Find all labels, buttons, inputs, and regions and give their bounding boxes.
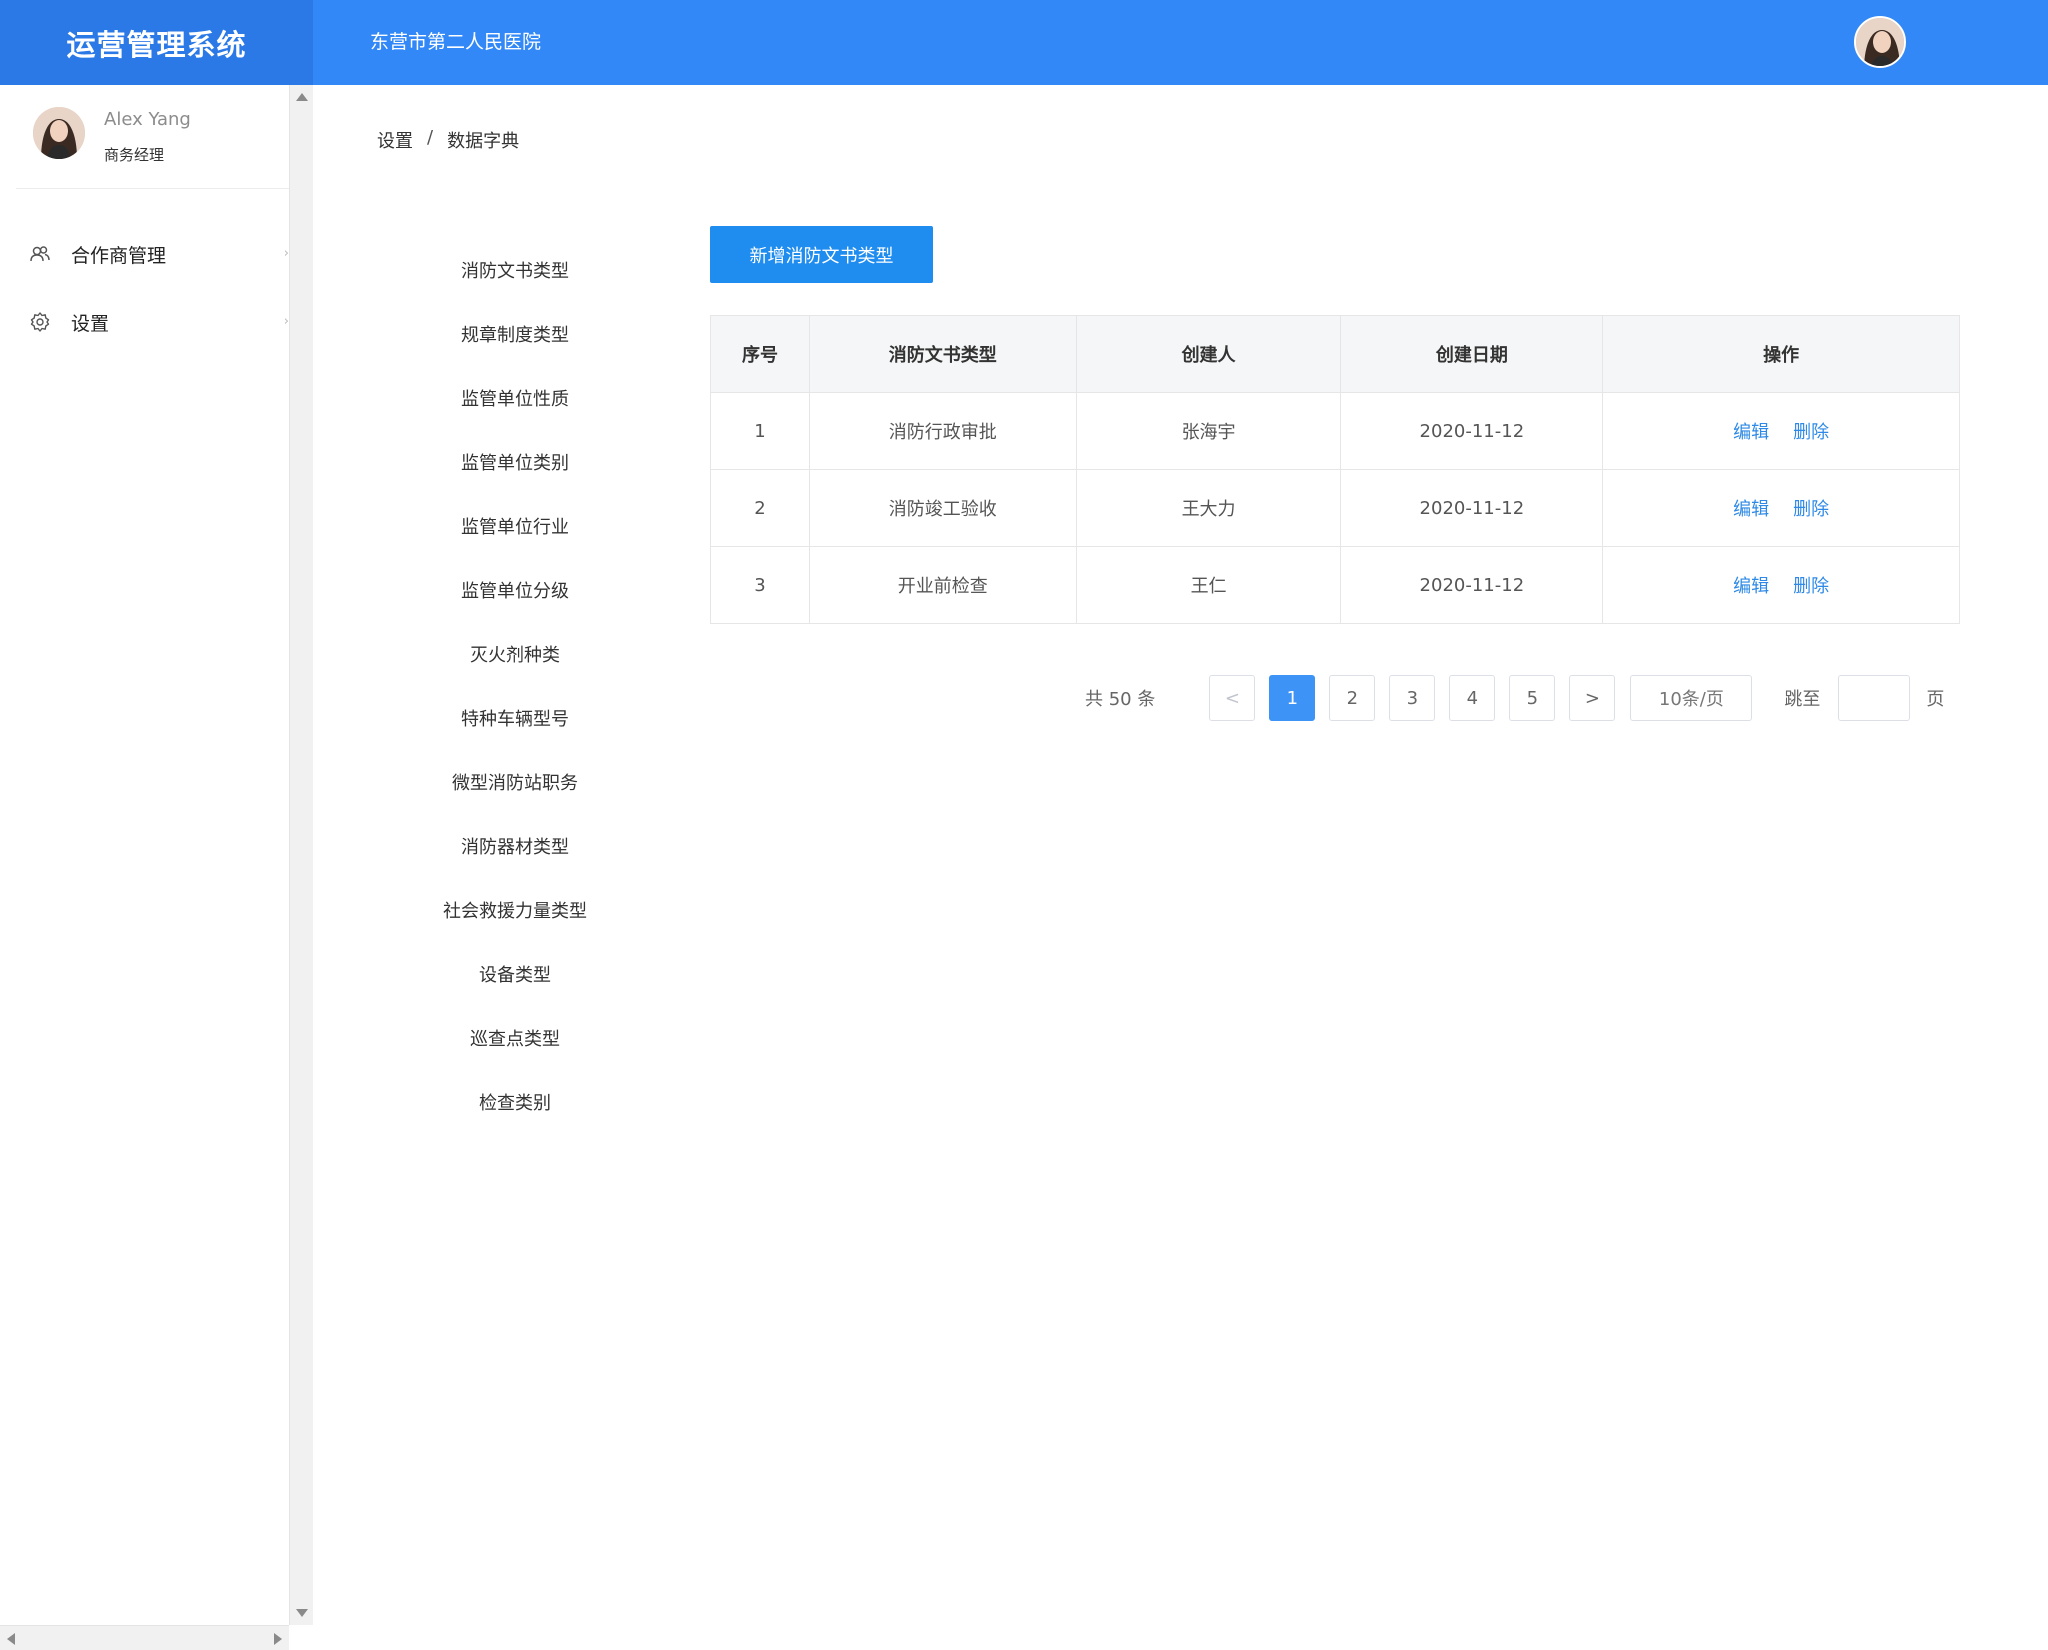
column-header-type: 消防文书类型 <box>808 315 1077 393</box>
cell-type: 开业前检查 <box>808 546 1077 624</box>
cell-creator: 王大力 <box>1075 469 1342 547</box>
cell-creator: 王仁 <box>1075 546 1342 624</box>
page-button[interactable]: 3 <box>1389 675 1436 721</box>
cell-date: 2020-11-12 <box>1340 546 1604 624</box>
cell-index: 3 <box>710 546 810 624</box>
delete-link[interactable]: 删除 <box>1793 422 1829 443</box>
delete-link[interactable]: 删除 <box>1793 499 1829 520</box>
pagination: 共 50 条 < 1 2 3 4 5 > 10条/页 跳至 页 <box>1085 675 1944 721</box>
breadcrumb: 设置 / 数据字典 <box>377 127 519 153</box>
sidebar-item-settings[interactable]: 设置 › <box>0 294 289 350</box>
avatar <box>33 107 85 159</box>
user-profile: Alex Yang 商务经理 <box>0 85 289 189</box>
sidebar-divider <box>16 188 289 189</box>
category-item[interactable]: 消防文书类型 <box>400 238 630 302</box>
page-button[interactable]: 1 <box>1269 675 1316 721</box>
category-item[interactable]: 社会救援力量类型 <box>400 878 630 942</box>
delete-link[interactable]: 删除 <box>1793 576 1829 597</box>
page-button[interactable]: 2 <box>1329 675 1376 721</box>
sidebar-item-label: 设置 <box>71 313 110 335</box>
add-document-type-button[interactable]: 新增消防文书类型 <box>710 226 933 283</box>
avatar-image <box>1856 18 1904 66</box>
table-row: 1 消防行政审批 张海宇 2020-11-12 编辑 删除 <box>710 392 1960 470</box>
cell-type: 消防竣工验收 <box>808 469 1077 547</box>
category-item[interactable]: 巡查点类型 <box>400 1006 630 1070</box>
cell-index: 2 <box>710 469 810 547</box>
edit-link[interactable]: 编辑 <box>1733 576 1769 597</box>
page-button[interactable]: 5 <box>1509 675 1556 721</box>
page-size-select[interactable]: 10条/页 <box>1630 675 1753 721</box>
column-header-actions: 操作 <box>1602 315 1960 393</box>
cell-actions: 编辑 删除 <box>1602 469 1960 547</box>
category-item[interactable]: 监管单位性质 <box>400 366 630 430</box>
sidebar-vertical-scrollbar[interactable] <box>289 85 313 1625</box>
next-page-button[interactable]: > <box>1569 675 1616 721</box>
table-header-row: 序号 消防文书类型 创建人 创建日期 操作 <box>710 315 1960 393</box>
top-header: 运营管理系统 东营市第二人民医院 <box>0 0 2048 85</box>
app-brand: 运营管理系统 <box>0 0 313 85</box>
category-item[interactable]: 监管单位行业 <box>400 494 630 558</box>
column-header-date: 创建日期 <box>1340 315 1604 393</box>
cell-type: 消防行政审批 <box>808 392 1077 470</box>
page-suffix: 页 <box>1926 689 1945 710</box>
total-count: 共 50 条 <box>1085 689 1156 710</box>
sidebar: Alex Yang 商务经理 合作商管理 › 设置 › <box>0 85 289 1625</box>
scroll-right-arrow-icon[interactable] <box>274 1633 282 1645</box>
category-item[interactable]: 监管单位类别 <box>400 430 630 494</box>
edit-link[interactable]: 编辑 <box>1733 499 1769 520</box>
avatar-image <box>33 107 85 159</box>
table-row: 2 消防竣工验收 王大力 2020-11-12 编辑 删除 <box>710 469 1960 547</box>
category-item[interactable]: 监管单位分级 <box>400 558 630 622</box>
scroll-up-arrow-icon[interactable] <box>296 93 308 101</box>
header-avatar[interactable] <box>1854 16 1906 68</box>
breadcrumb-item-settings[interactable]: 设置 <box>377 127 413 153</box>
cell-index: 1 <box>710 392 810 470</box>
users-icon <box>30 246 50 262</box>
cell-date: 2020-11-12 <box>1340 469 1604 547</box>
category-item[interactable]: 检查类别 <box>400 1070 630 1134</box>
dictionary-category-list: 消防文书类型 规章制度类型 监管单位性质 监管单位类别 监管单位行业 监管单位分… <box>400 238 630 1134</box>
gear-icon <box>30 312 50 332</box>
jump-page-input[interactable] <box>1838 675 1911 721</box>
document-type-table: 序号 消防文书类型 创建人 创建日期 操作 1 消防行政审批 张海宇 2020-… <box>710 315 1960 624</box>
user-name: Alex Yang <box>104 109 191 130</box>
prev-page-button[interactable]: < <box>1209 675 1256 721</box>
breadcrumb-separator: / <box>427 127 434 148</box>
cell-date: 2020-11-12 <box>1340 392 1604 470</box>
cell-actions: 编辑 删除 <box>1602 546 1960 624</box>
category-item[interactable]: 微型消防站职务 <box>400 750 630 814</box>
category-item[interactable]: 消防器材类型 <box>400 814 630 878</box>
jump-label: 跳至 <box>1784 689 1821 710</box>
category-item[interactable]: 特种车辆型号 <box>400 686 630 750</box>
column-header-index: 序号 <box>710 315 810 393</box>
cell-creator: 张海宇 <box>1075 392 1342 470</box>
sidebar-horizontal-scrollbar[interactable] <box>0 1625 289 1650</box>
org-name: 东营市第二人民医院 <box>370 31 542 53</box>
scroll-down-arrow-icon[interactable] <box>296 1609 308 1617</box>
cell-actions: 编辑 删除 <box>1602 392 1960 470</box>
category-item[interactable]: 设备类型 <box>400 942 630 1006</box>
edit-link[interactable]: 编辑 <box>1733 422 1769 443</box>
category-item[interactable]: 规章制度类型 <box>400 302 630 366</box>
page-button[interactable]: 4 <box>1449 675 1496 721</box>
breadcrumb-item-dictionary: 数据字典 <box>447 131 520 152</box>
table-row: 3 开业前检查 王仁 2020-11-12 编辑 删除 <box>710 546 1960 624</box>
sidebar-item-partners[interactable]: 合作商管理 › <box>0 226 289 282</box>
user-role: 商务经理 <box>104 146 165 164</box>
sidebar-item-label: 合作商管理 <box>71 245 167 267</box>
category-item[interactable]: 灭火剂种类 <box>400 622 630 686</box>
column-header-creator: 创建人 <box>1075 315 1342 393</box>
scroll-left-arrow-icon[interactable] <box>7 1633 15 1645</box>
